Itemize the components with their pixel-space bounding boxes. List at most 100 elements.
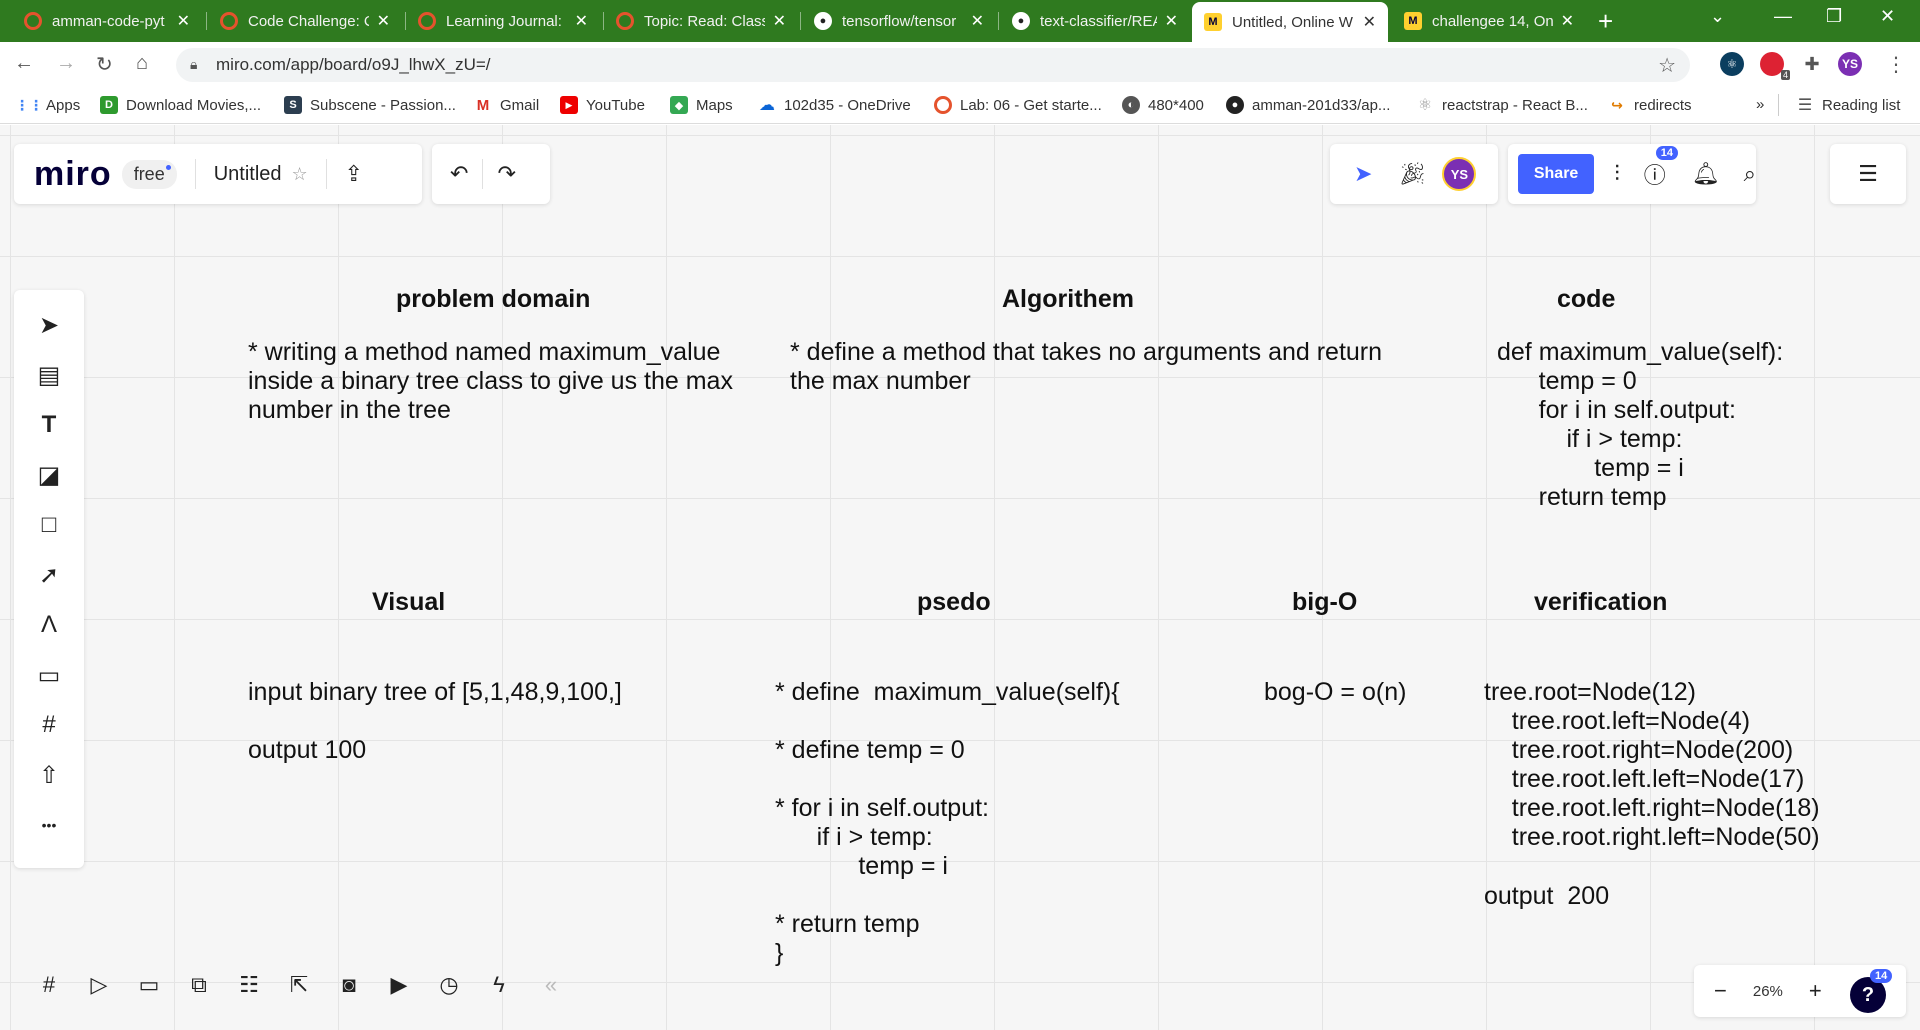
window-close-icon[interactable]: ✕ xyxy=(1880,6,1895,27)
react-devtools-icon[interactable]: ⚛ xyxy=(1720,52,1744,76)
connection-line-icon[interactable]: ➚ xyxy=(34,560,64,590)
frames-icon[interactable]: # xyxy=(34,970,64,1000)
text-tool-icon[interactable]: T xyxy=(34,410,64,440)
video-icon[interactable]: ▶ xyxy=(384,970,414,1000)
tab-learning-journal[interactable]: Learning Journal: ✕ xyxy=(406,4,600,38)
bookmark-lab-06[interactable]: Lab: 06 - Get starte... xyxy=(934,96,1102,114)
visual-output-text[interactable]: output 100 xyxy=(248,736,366,765)
bookmark-onedrive[interactable]: ☁ 102d35 - OneDrive xyxy=(758,96,911,114)
problem-domain-text[interactable]: * writing a method named maximum_value i… xyxy=(248,338,733,425)
more-bookmarks-button[interactable]: » xyxy=(1756,96,1764,113)
extensions-puzzle-icon[interactable]: ✚ xyxy=(1800,52,1824,76)
minimize-icon[interactable]: — xyxy=(1774,6,1792,27)
bookmark-gmail[interactable]: M Gmail xyxy=(474,96,539,114)
close-icon[interactable]: ✕ xyxy=(1363,12,1376,32)
shape-tool-icon[interactable]: □ xyxy=(34,510,64,540)
notifications-bell-icon[interactable]: 🔔︎ xyxy=(1692,161,1720,187)
plan-badge[interactable]: free xyxy=(121,159,177,189)
close-icon[interactable]: ✕ xyxy=(575,11,588,31)
close-icon[interactable]: ✕ xyxy=(1561,11,1574,31)
bookmark-star-icon[interactable]: ☆ xyxy=(1658,53,1676,78)
comments-icon[interactable]: ▭ xyxy=(134,970,164,1000)
notes-list-icon[interactable]: ☰ xyxy=(1858,161,1878,187)
bookmark-subscene[interactable]: S Subscene - Passion... xyxy=(284,96,456,114)
browser-menu-icon[interactable]: ⋮ xyxy=(1886,52,1906,77)
redo-icon[interactable]: ↷ xyxy=(497,161,515,187)
forward-icon[interactable]: → xyxy=(56,52,76,75)
help-icon[interactable]: ⓘ 14 xyxy=(1644,146,1678,190)
miro-logo[interactable]: miro xyxy=(34,155,112,194)
home-icon[interactable]: ⌂ xyxy=(136,52,148,75)
verification-output-text[interactable]: output 200 xyxy=(1484,882,1609,911)
close-icon[interactable]: ✕ xyxy=(971,11,984,31)
collapse-toolbar-icon[interactable]: « xyxy=(536,970,566,1000)
pseudo-text[interactable]: * define maximum_value(self){ * define t… xyxy=(775,678,1120,968)
globe-icon: ◐ xyxy=(1122,96,1140,114)
cards-icon[interactable]: ☷ xyxy=(234,970,264,1000)
zoom-in-button[interactable]: + xyxy=(1809,978,1822,1004)
upload-icon[interactable]: ⇧ xyxy=(34,760,64,790)
presentation-icon[interactable]: ▷ xyxy=(84,970,114,1000)
board-canvas[interactable]: miro free Untitled ☆ ⇪ ↶ ↷ ➤ 🎉︎ YS Share… xyxy=(0,125,1920,1030)
zoom-level[interactable]: 26% xyxy=(1753,983,1783,1000)
reload-icon[interactable]: ↻ xyxy=(96,52,113,77)
restore-icon[interactable]: ❐ xyxy=(1826,6,1842,27)
share-button[interactable]: Share xyxy=(1518,154,1595,194)
new-tab-button[interactable]: + xyxy=(1598,6,1613,37)
bookmark-apps[interactable]: ⋮⋮ Apps xyxy=(15,96,80,114)
select-cursor-icon[interactable]: ➤ xyxy=(34,310,64,340)
celebrate-icon[interactable]: 🎉︎ xyxy=(1398,161,1426,187)
reading-list-button[interactable]: ☰ Reading list xyxy=(1796,96,1901,115)
comment-icon[interactable]: ▭ xyxy=(34,660,64,690)
sticky-note-icon[interactable]: ◪ xyxy=(34,460,64,490)
timer-icon[interactable]: ◷ xyxy=(434,970,464,1000)
tab-amman-code[interactable]: amman-code-pyt ✕ xyxy=(12,4,202,38)
bookmark-reactstrap[interactable]: ⚛ reactstrap - React B... xyxy=(1416,96,1588,114)
user-avatar[interactable]: YS xyxy=(1442,157,1477,191)
export-icon[interactable]: ⇪ xyxy=(345,161,363,187)
bookmark-download-movies[interactable]: D Download Movies,... xyxy=(100,96,261,114)
adblock-icon[interactable]: 4 xyxy=(1760,52,1790,80)
close-icon[interactable]: ✕ xyxy=(773,11,786,31)
profile-avatar[interactable]: YS xyxy=(1838,52,1862,76)
bookmark-maps[interactable]: ◆ Maps xyxy=(670,96,733,114)
voting-icon[interactable]: ◙ xyxy=(334,970,364,1000)
tab-search-icon[interactable]: ⌄ xyxy=(1710,6,1725,27)
tab-code-challenge[interactable]: Code Challenge: C ✕ xyxy=(208,4,402,38)
close-icon[interactable]: ✕ xyxy=(177,11,190,31)
templates-icon[interactable]: ▤ xyxy=(34,360,64,390)
more-tools-icon[interactable]: ••• xyxy=(34,810,64,840)
undo-icon[interactable]: ↶ xyxy=(450,161,468,187)
tab-tensorflow[interactable]: ● tensorflow/tensor ✕ xyxy=(802,4,996,38)
search-icon[interactable]: ⌕ xyxy=(1744,161,1756,187)
algorithm-text[interactable]: * define a method that takes no argument… xyxy=(790,338,1382,396)
help-center-button[interactable]: ? 14 xyxy=(1850,969,1893,1013)
code-text[interactable]: def maximum_value(self): temp = 0 for i … xyxy=(1497,338,1783,512)
bookmark-youtube[interactable]: ▶ YouTube xyxy=(560,96,645,114)
bookmark-480x400[interactable]: ◐ 480*400 xyxy=(1122,96,1204,114)
settings-sliders-icon[interactable]: ⫶ xyxy=(1614,161,1620,187)
close-icon[interactable]: ✕ xyxy=(1165,11,1178,31)
board-name[interactable]: Untitled xyxy=(214,163,282,186)
zoom-out-button[interactable]: − xyxy=(1714,978,1727,1004)
tab-untitled-miro[interactable]: M Untitled, Online W ✕ xyxy=(1192,2,1388,42)
close-icon[interactable]: ✕ xyxy=(377,11,390,31)
pen-icon[interactable]: Λ xyxy=(34,610,64,640)
big-o-text[interactable]: bog-O = o(n) xyxy=(1264,678,1406,707)
bookmark-amman-201d33[interactable]: ● amman-201d33/ap... xyxy=(1226,96,1390,114)
board-overview-panel: ☰ xyxy=(1830,144,1906,204)
bookmark-redirects[interactable]: ↪ redirects xyxy=(1608,96,1692,114)
url-field[interactable]: 🔒︎ miro.com/app/board/o9J_lhwX_zU=/ ☆ xyxy=(176,48,1690,82)
visual-input-text[interactable]: input binary tree of [5,1,48,9,100,] xyxy=(248,678,622,707)
cursor-filter-icon[interactable]: ➤ xyxy=(1354,161,1372,187)
tab-challengee-14[interactable]: M challengee 14, On ✕ xyxy=(1392,4,1586,38)
star-icon[interactable]: ☆ xyxy=(292,164,308,185)
tab-text-classifier[interactable]: ● text-classifier/REA ✕ xyxy=(1000,4,1190,38)
tab-topic-read[interactable]: Topic: Read: Class ✕ xyxy=(604,4,798,38)
lightning-icon[interactable]: ϟ xyxy=(484,970,514,1000)
share-screen-icon[interactable]: ⇱ xyxy=(284,970,314,1000)
back-icon[interactable]: ← xyxy=(14,52,34,75)
video-chat-icon[interactable]: ⧉ xyxy=(184,970,214,1000)
verification-text[interactable]: tree.root=Node(12) tree.root.left=Node(4… xyxy=(1484,678,1820,852)
frame-icon[interactable]: # xyxy=(34,710,64,740)
